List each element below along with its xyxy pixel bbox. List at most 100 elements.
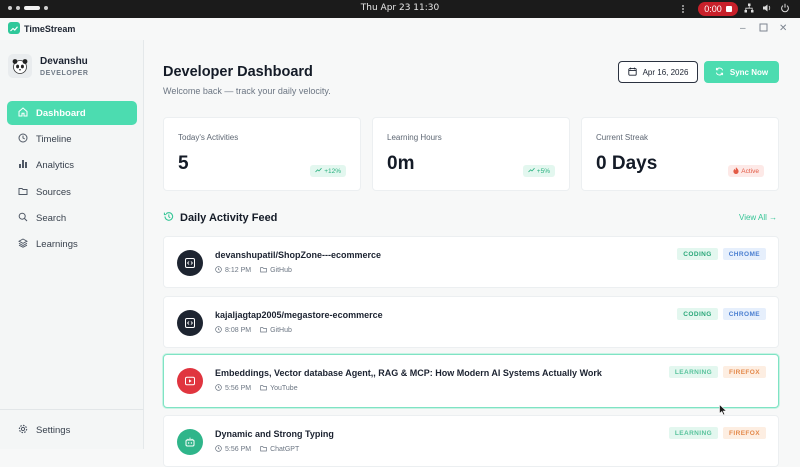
browser-tag: FIREFOX	[723, 427, 766, 439]
section-title: Daily Activity Feed	[180, 212, 278, 224]
refresh-icon	[715, 67, 724, 78]
activity-card[interactable]: Embeddings, Vector database Agent,, RAG …	[163, 354, 779, 408]
status-badge: Active	[728, 165, 764, 177]
folder-icon	[260, 266, 267, 275]
sidebar-item-label: Dashboard	[36, 107, 86, 119]
stat-card-activities: Today's Activities 5 +12%	[163, 117, 361, 191]
clock-icon	[215, 326, 222, 335]
activity-title: kajaljagtap2005/megastore-ecommerce	[215, 310, 383, 320]
window-title: TimeStream	[24, 24, 76, 34]
view-all-link[interactable]: View All →	[739, 213, 777, 222]
activity-card[interactable]: devanshupatil/ShopZone---ecommerce 8:12 …	[163, 236, 779, 288]
clock-icon	[215, 384, 222, 393]
activity-time: 8:12 PM	[225, 267, 252, 274]
network-icon[interactable]	[744, 3, 754, 15]
category-tag: CODING	[677, 308, 718, 320]
browser-tag: CHROME	[722, 308, 766, 320]
more-icon[interactable]	[678, 4, 688, 16]
category-tag: LEARNING	[668, 366, 719, 378]
screen-recording-indicator[interactable]: 0:00	[698, 2, 738, 16]
code-icon	[177, 250, 203, 276]
home-icon	[18, 106, 28, 120]
page-subtitle: Welcome back — track your daily velocity…	[163, 86, 331, 96]
page-title: Developer Dashboard	[163, 64, 313, 80]
activity-time: 5:56 PM	[225, 385, 252, 392]
activity-source: GitHub	[270, 267, 292, 274]
activity-source: ChatGPT	[270, 446, 300, 453]
sidebar-divider	[0, 409, 144, 410]
stat-label: Current Streak	[596, 133, 649, 142]
folder-icon	[260, 384, 267, 393]
stat-value: 5	[178, 153, 189, 174]
sync-now-button[interactable]: Sync Now	[704, 61, 779, 83]
minimize-icon[interactable]: –	[740, 23, 746, 34]
app-logo-icon	[8, 22, 20, 34]
clock-icon	[215, 445, 222, 454]
feed-header: Daily Activity Feed	[163, 211, 277, 225]
bar-chart-icon	[18, 159, 28, 172]
play-icon	[177, 368, 203, 394]
volume-icon[interactable]	[762, 3, 772, 15]
trend-badge: +12%	[310, 165, 346, 177]
folder-icon	[260, 445, 267, 454]
search-icon	[18, 212, 28, 225]
activity-time: 8:08 PM	[225, 327, 252, 334]
sidebar-item-learnings[interactable]: Learnings	[7, 233, 137, 257]
sidebar-item-analytics[interactable]: Analytics	[7, 154, 137, 178]
stat-label: Today's Activities	[178, 133, 239, 142]
stat-card-learning-hours: Learning Hours 0m +5%	[372, 117, 570, 191]
category-tag: LEARNING	[668, 427, 719, 439]
clock-icon	[215, 266, 222, 275]
sidebar-item-label: Sources	[36, 186, 71, 198]
stat-value: 0 Days	[596, 153, 658, 174]
mouse-cursor-icon	[719, 403, 728, 421]
folder-icon	[260, 326, 267, 335]
sidebar-item-label: Settings	[36, 425, 71, 436]
sidebar-item-label: Analytics	[36, 160, 75, 172]
sync-label: Sync Now	[729, 67, 769, 77]
browser-tag: FIREFOX	[723, 366, 766, 378]
avatar	[8, 54, 32, 78]
user-profile[interactable]: Devanshu DEVELOPER	[8, 54, 89, 78]
date-label: Apr 16, 2026	[642, 67, 689, 77]
trend-badge: +5%	[522, 165, 555, 177]
calendar-icon	[627, 67, 637, 78]
sidebar-item-search[interactable]: Search	[7, 207, 137, 231]
activity-title: Dynamic and Strong Typing	[215, 429, 334, 439]
close-icon[interactable]: ✕	[779, 23, 787, 34]
sidebar-item-dashboard[interactable]: Dashboard	[7, 101, 137, 125]
trend-up-icon	[315, 167, 322, 175]
clock-icon	[18, 133, 28, 146]
sidebar-item-settings[interactable]: Settings	[18, 424, 70, 437]
stat-value: 0m	[387, 153, 415, 174]
activity-source: YouTube	[270, 385, 298, 392]
activity-title: devanshupatil/ShopZone---ecommerce	[215, 250, 382, 260]
category-tag: CODING	[677, 248, 718, 260]
power-icon[interactable]	[780, 3, 790, 15]
main-content: Developer Dashboard Welcome back — track…	[145, 40, 800, 467]
sidebar: Devanshu DEVELOPER Dashboard Timeline An…	[0, 40, 144, 449]
browser-tag: CHROME	[722, 248, 766, 260]
sidebar-item-label: Timeline	[36, 133, 72, 145]
activity-card[interactable]: Dynamic and Strong Typing 5:56 PM ChatGP…	[163, 415, 779, 467]
layers-icon	[18, 238, 28, 251]
stat-card-streak: Current Streak 0 Days Active	[581, 117, 779, 191]
user-name: Devanshu	[40, 55, 88, 67]
flame-icon	[733, 166, 739, 176]
activity-source: GitHub	[270, 327, 292, 334]
trend-up-icon	[528, 167, 535, 175]
sidebar-item-label: Learnings	[36, 239, 78, 251]
window-titlebar[interactable]: TimeStream – ✕	[0, 18, 800, 40]
activity-time: 5:56 PM	[225, 446, 252, 453]
sidebar-item-timeline[interactable]: Timeline	[7, 127, 137, 151]
sidebar-item-label: Search	[36, 213, 67, 225]
activity-card[interactable]: kajaljagtap2005/megastore-ecommerce 8:08…	[163, 296, 779, 348]
activity-title: Embeddings, Vector database Agent,, RAG …	[215, 368, 602, 378]
date-picker-button[interactable]: Apr 16, 2026	[618, 61, 698, 83]
history-icon	[163, 211, 174, 225]
code-icon	[177, 310, 203, 336]
folder-icon	[18, 186, 28, 199]
maximize-icon[interactable]	[759, 23, 768, 35]
sidebar-item-sources[interactable]: Sources	[7, 180, 137, 204]
gear-icon	[18, 424, 28, 437]
